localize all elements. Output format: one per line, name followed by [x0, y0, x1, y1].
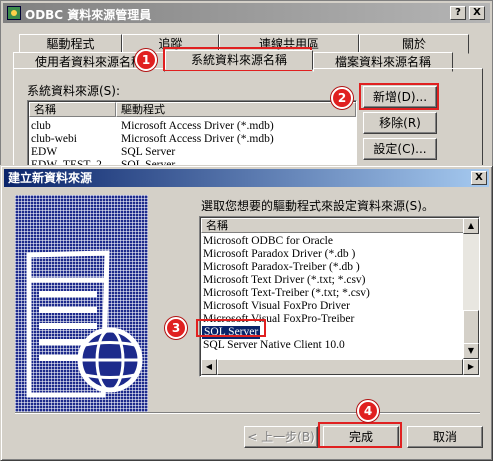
driver-select-prompt: 選取您想要的驅動程式來設定資料來源(S)。 [201, 199, 434, 213]
horizontal-scroll-thumb[interactable] [217, 359, 463, 375]
driver-list-item[interactable]: Microsoft Paradox Driver (*.db ) [203, 248, 355, 261]
vertical-scroll-thumb[interactable] [463, 310, 479, 344]
tab-about[interactable]: 關於 [359, 34, 469, 54]
driver-list-item[interactable]: SQL Server Native Client 10.0 [203, 339, 345, 352]
tab-system-dsn[interactable]: 系統資料來源名稱 [165, 50, 313, 70]
highlight-sql-server-item [196, 319, 266, 337]
system-dsn-list[interactable]: 名稱 驅動程式 club Microsoft Access Driver (*.… [27, 100, 357, 170]
column-header-driver[interactable]: 驅動程式 [116, 102, 356, 117]
scroll-left-icon[interactable]: ◀ [201, 359, 217, 375]
highlight-add-button [359, 83, 439, 110]
horizontal-scrollbar[interactable]: ◀ ▶ [201, 359, 479, 375]
configure-dsn-button[interactable]: 設定(C)... [363, 138, 437, 160]
wizard-illustration [15, 195, 148, 412]
dsn-name-cell[interactable]: club [31, 120, 51, 133]
step-marker-3: 3 [165, 317, 187, 339]
scroll-right-icon[interactable]: ▶ [463, 359, 479, 375]
tab-drivers[interactable]: 驅動程式 [19, 34, 122, 54]
dsn-driver-cell[interactable]: Microsoft Access Driver (*.mdb) [121, 120, 274, 133]
dsn-name-cell[interactable]: club-webi [31, 133, 77, 146]
dsn-driver-cell[interactable]: Microsoft Access Driver (*.mdb) [121, 133, 274, 146]
driver-list-item[interactable]: Microsoft Visual FoxPro Driver [203, 300, 350, 313]
back-button[interactable]: < 上一步(B) [244, 426, 318, 448]
system-dsn-label: 系統資料來源(S): [27, 84, 121, 98]
driver-list-item[interactable]: Microsoft Text Driver (*.txt; *.csv) [203, 274, 366, 287]
dsn-driver-cell[interactable]: SQL Server [121, 146, 175, 159]
dialog-title: 建立新資料來源 [4, 169, 489, 187]
step-marker-4: 4 [357, 400, 379, 422]
odbc-app-icon [7, 6, 21, 20]
vertical-scrollbar[interactable]: ▲ ▼ [463, 218, 479, 359]
driver-list[interactable]: 名稱 Microsoft ODBC for Oracle Microsoft P… [199, 216, 480, 377]
dialog-close-button[interactable]: X [471, 171, 487, 185]
driver-list-item[interactable]: Microsoft Text-Treiber (*.txt; *.csv) [203, 287, 370, 300]
odbc-window-title: ODBC 資料來源管理員 [25, 8, 152, 22]
help-button[interactable]: ? [450, 6, 466, 20]
highlight-finish-button [318, 422, 402, 448]
odbc-close-button[interactable]: X [469, 6, 485, 20]
scroll-down-icon[interactable]: ▼ [463, 343, 479, 359]
driver-list-item[interactable]: Microsoft ODBC for Oracle [203, 235, 333, 248]
step-marker-1: 1 [135, 49, 157, 71]
step-marker-2: 2 [331, 87, 353, 109]
cancel-button[interactable]: 取消 [407, 426, 483, 448]
create-new-data-source-dialog: 建立新資料來源 X 選取您想要的驅動程式來設定資料來源(S)。 名稱 Micro… [0, 165, 493, 461]
dsn-name-cell[interactable]: EDW [31, 146, 57, 159]
driver-column-header[interactable]: 名稱 [201, 218, 464, 233]
scroll-up-icon[interactable]: ▲ [463, 218, 479, 234]
remove-dsn-button[interactable]: 移除(R) [363, 112, 437, 134]
odbc-title-bar: ODBC 資料來源管理員 ? X [3, 3, 490, 23]
button-separator [15, 412, 480, 414]
database-globe-icon [26, 250, 143, 398]
driver-list-item[interactable]: Microsoft Paradox-Treiber (*.db ) [203, 261, 360, 274]
column-header-name[interactable]: 名稱 [29, 102, 116, 117]
